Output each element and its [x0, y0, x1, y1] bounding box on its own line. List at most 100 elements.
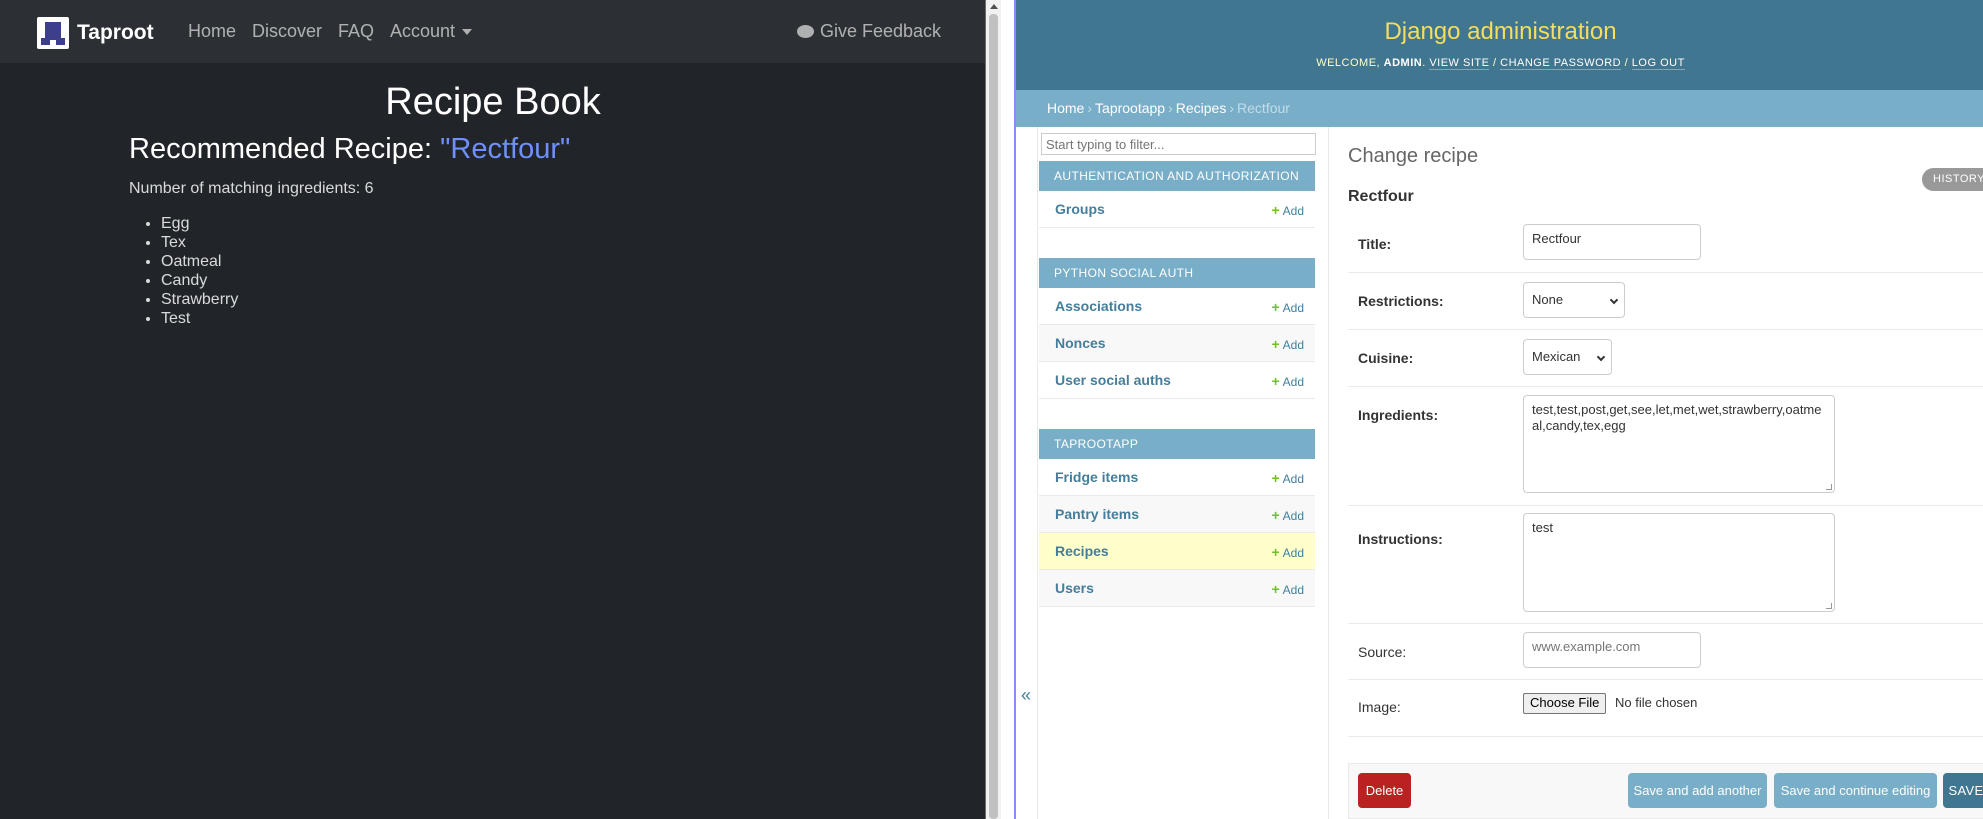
breadcrumb-separator: › [1087, 100, 1093, 116]
nav-sidebar: Authentication and Authorization Groups +… [1038, 127, 1329, 819]
plus-icon: + [1271, 507, 1280, 523]
ingredients-value: test,test,post,get,see,let,met,wet,straw… [1532, 402, 1822, 433]
source-placeholder: www.example.com [1532, 639, 1641, 654]
model-link[interactable]: Groups [1055, 201, 1105, 217]
list-item: Oatmeal [161, 252, 238, 271]
app-caption-auth[interactable]: Authentication and Authorization [1039, 161, 1315, 191]
breadcrumb-model[interactable]: Recipes [1176, 100, 1227, 116]
plus-icon: + [1271, 544, 1280, 560]
caret-down-icon [462, 29, 473, 36]
recommended-recipe-heading: Recommended Recipe: "Rectfour" [129, 133, 570, 166]
plus-icon: + [1271, 581, 1280, 597]
resize-handle-icon[interactable] [1826, 603, 1832, 609]
scroll-up-arrow-icon[interactable] [990, 4, 998, 9]
add-link[interactable]: + Add [1271, 202, 1304, 218]
add-link[interactable]: + Add [1271, 470, 1304, 486]
model-link[interactable]: User social auths [1055, 372, 1171, 388]
nav-account-dropdown[interactable]: Account [390, 21, 473, 42]
field-row-cuisine: Cuisine: Mexican [1348, 330, 1983, 387]
app-caption-taprootapp[interactable]: Taprootapp [1039, 429, 1315, 459]
ingredients-textarea[interactable]: test,test,post,get,see,let,met,wet,straw… [1523, 395, 1835, 493]
add-label: Add [1282, 301, 1304, 315]
model-link[interactable]: Pantry items [1055, 506, 1139, 522]
add-label: Add [1282, 338, 1304, 352]
logout-link[interactable]: Log out [1631, 57, 1685, 70]
breadcrumb-home[interactable]: Home [1047, 100, 1084, 116]
field-row-source: Source: www.example.com [1348, 624, 1983, 680]
nav-faq-link[interactable]: FAQ [338, 21, 374, 42]
ingredient-list: Egg Tex Oatmeal Candy Strawberry Test [161, 214, 238, 328]
give-feedback-link[interactable]: Give Feedback [797, 21, 941, 42]
toggle-nav-sidebar[interactable]: « [1016, 127, 1038, 819]
sidebar-item-users: Users + Add [1039, 570, 1315, 607]
source-input[interactable]: www.example.com [1523, 632, 1701, 668]
top-navbar: Taproot Home Discover FAQ Account Give F… [0, 0, 985, 63]
restrictions-select[interactable]: None [1523, 282, 1625, 318]
chevron-down-icon [1609, 295, 1619, 305]
add-link[interactable]: + Add [1271, 373, 1304, 389]
sidebar-item-associations: Associations + Add [1039, 288, 1315, 325]
admin-header: Django administration Welcome, admin. Vi… [1016, 0, 1983, 90]
model-link[interactable]: Fridge items [1055, 469, 1138, 485]
breadcrumb: Home › Taprootapp › Recipes › Rectfour [1016, 90, 1983, 127]
model-link[interactable]: Users [1055, 580, 1094, 596]
collapse-icon: « [1021, 685, 1032, 705]
save-and-add-another-button[interactable]: Save and add another [1628, 773, 1767, 808]
vertical-scrollbar[interactable] [986, 0, 1001, 819]
change-form-content: Change recipe History Rectfour Title: Re… [1329, 127, 1983, 819]
model-link[interactable]: Associations [1055, 298, 1142, 314]
title-label: Title: [1358, 236, 1392, 252]
app-caption-social-auth[interactable]: Python Social Auth [1039, 258, 1315, 288]
cuisine-label: Cuisine: [1358, 350, 1414, 366]
field-row-ingredients: Ingredients: test,test,post,get,see,let,… [1348, 387, 1983, 506]
brand-link[interactable]: Taproot [37, 17, 154, 49]
file-status: No file chosen [1615, 695, 1698, 710]
model-link[interactable]: Nonces [1055, 335, 1106, 351]
resize-handle-icon[interactable] [1826, 484, 1832, 490]
plus-icon: + [1271, 470, 1280, 486]
account-label: Account [390, 21, 456, 41]
sidebar-item-groups: Groups + Add [1039, 191, 1315, 228]
add-link[interactable]: + Add [1271, 336, 1304, 352]
chevron-down-icon [1596, 352, 1606, 362]
add-link[interactable]: + Add [1271, 581, 1304, 597]
change-password-link[interactable]: Change password [1500, 57, 1622, 70]
breadcrumb-app[interactable]: Taprootapp [1095, 100, 1165, 116]
recipe-name-link[interactable]: "Rectfour" [440, 133, 570, 165]
list-item: Candy [161, 271, 238, 290]
nav-discover-link[interactable]: Discover [252, 21, 322, 42]
view-site-link[interactable]: View site [1429, 57, 1490, 70]
add-link[interactable]: + Add [1271, 299, 1304, 315]
nav-filter-input[interactable] [1041, 133, 1316, 155]
object-name: Rectfour [1348, 188, 1414, 205]
model-link[interactable]: Recipes [1055, 543, 1109, 559]
title-input[interactable]: Rectfour [1523, 224, 1701, 260]
comments-icon [797, 25, 814, 38]
recommend-prefix: Recommended Recipe: [129, 133, 441, 165]
instructions-textarea[interactable]: test [1523, 513, 1835, 612]
field-row-image: Image: Choose File No file chosen [1348, 680, 1983, 737]
field-row-instructions: Instructions: test [1348, 506, 1983, 624]
cuisine-select[interactable]: Mexican [1523, 339, 1612, 375]
scrollbar-thumb[interactable] [989, 14, 998, 819]
add-label: Add [1282, 583, 1304, 597]
change-form-title: Change recipe [1348, 145, 1479, 167]
sidebar-item-recipes: Recipes + Add [1039, 533, 1315, 570]
plus-icon: + [1271, 336, 1280, 352]
nav-home-link[interactable]: Home [188, 21, 236, 42]
history-button[interactable]: History [1922, 168, 1983, 191]
matching-ingredients-count: Number of matching ingredients: 6 [129, 180, 374, 197]
delete-button[interactable]: Delete [1358, 773, 1411, 808]
user-tools: Welcome, admin. View site / Change passw… [1016, 57, 1983, 70]
separator: / [1621, 57, 1632, 69]
restrictions-label: Restrictions: [1358, 293, 1444, 309]
list-item: Tex [161, 233, 238, 252]
choose-file-button[interactable]: Choose File [1523, 693, 1607, 714]
save-and-continue-button[interactable]: Save and continue editing [1774, 773, 1937, 808]
add-link[interactable]: + Add [1271, 507, 1304, 523]
add-link[interactable]: + Add [1271, 544, 1304, 560]
save-button[interactable]: SAVE [1943, 773, 1983, 808]
site-title[interactable]: Django administration [1016, 18, 1983, 46]
source-label: Source: [1358, 644, 1407, 660]
sidebar-item-fridge-items: Fridge items + Add [1039, 459, 1315, 496]
